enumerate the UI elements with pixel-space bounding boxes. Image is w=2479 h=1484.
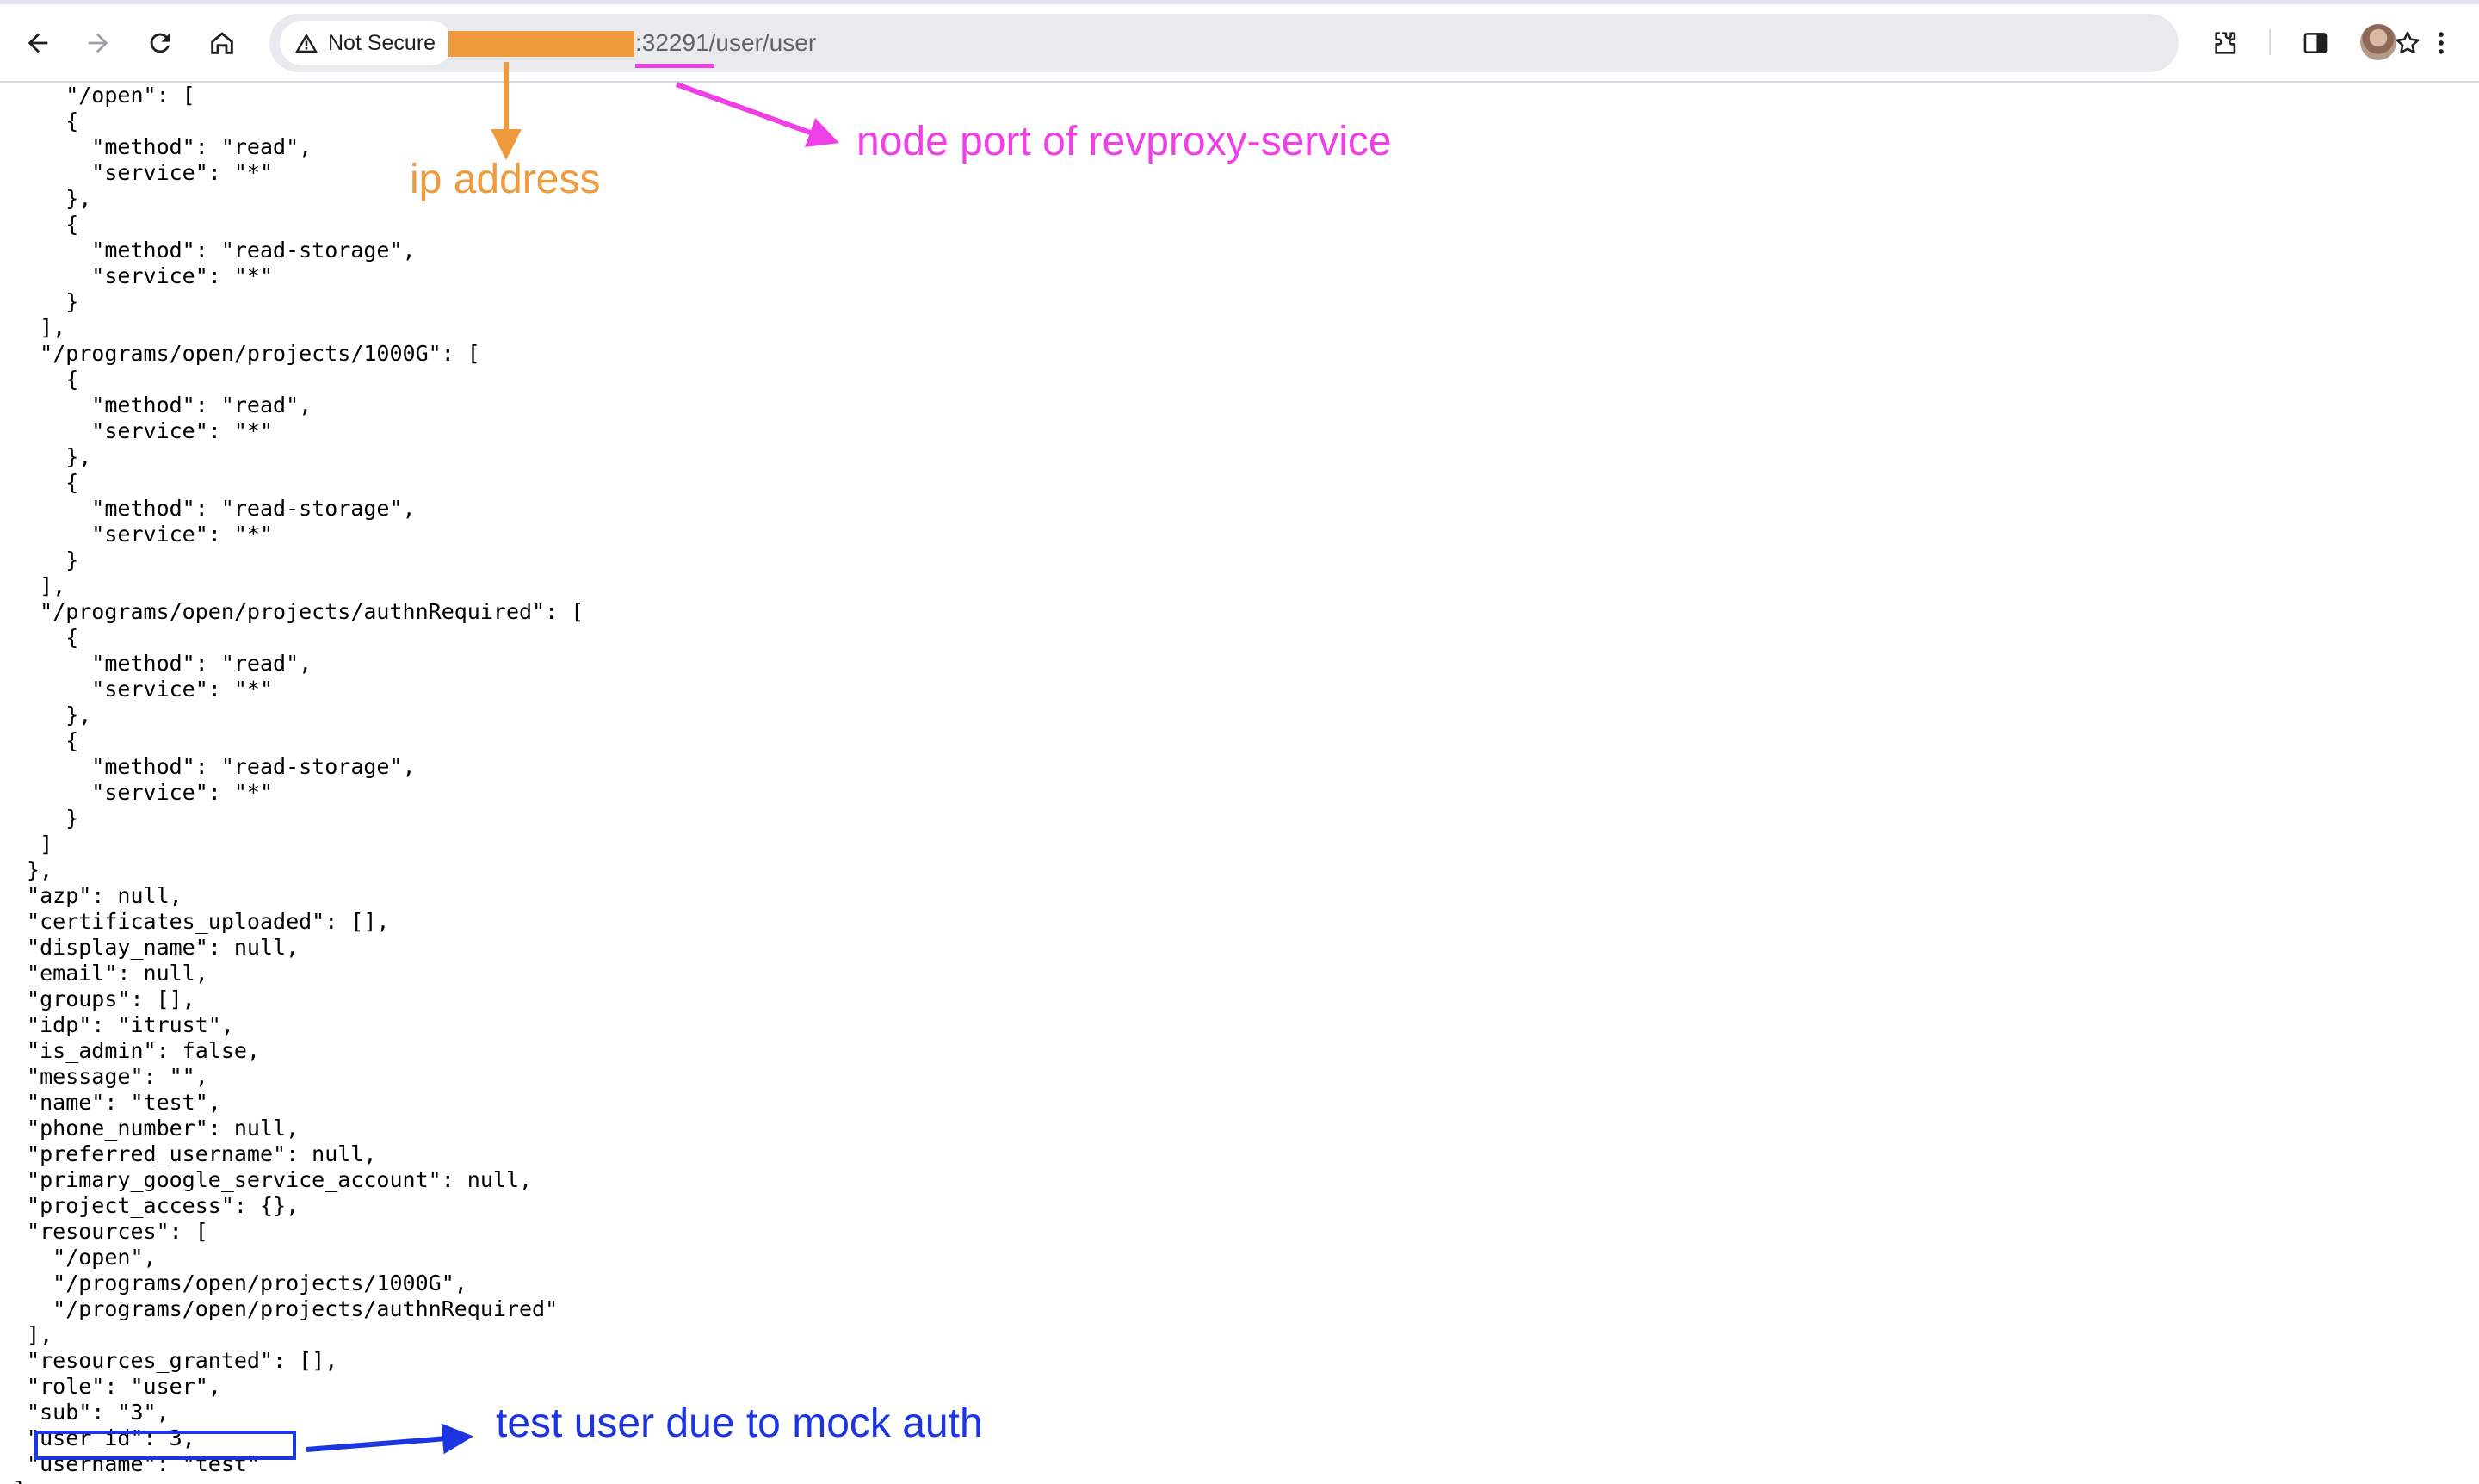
username-highlight-box [34,1431,296,1460]
home-button[interactable] [200,21,244,65]
json-line: "method": "read-storage", [14,496,416,521]
ip-address-annotation: ip address [410,157,601,202]
star-icon [2396,31,2420,54]
json-line: "role": "user", [14,1374,221,1399]
test-user-annotation: test user due to mock auth [496,1401,983,1446]
json-line: "/open": [ [14,83,195,108]
json-line: "certificates_uploaded": [], [14,909,390,934]
json-line: "/programs/open/projects/1000G": [ [14,341,480,366]
browser-toolbar: Not Secure :32291/user/user [0,0,2479,83]
json-line: "method": "read-storage", [14,754,416,779]
puzzle-icon [2215,32,2236,54]
toolbar-divider [2269,29,2271,55]
json-line: ], [14,1322,53,1347]
json-line: ], [14,315,66,340]
json-line: { [14,212,79,237]
window-top-border [0,0,2479,4]
avatar[interactable] [2360,24,2396,60]
json-line: "method": "read", [14,393,312,417]
redacted-ip-address [448,31,634,57]
json-line: "resources": [ [14,1219,208,1244]
side-panel-button[interactable] [2293,21,2338,65]
json-line: "email": null, [14,961,208,986]
json-line: }, [14,702,92,727]
json-line: }, [14,444,92,469]
json-line: "idp": "itrust", [14,1012,234,1037]
side-panel-icon [2303,33,2328,53]
json-line: { [14,625,79,650]
warning-triangle-icon [294,33,318,53]
json-line: "resources_granted": [], [14,1348,338,1373]
json-line: "azp": null, [14,883,182,908]
json-line: "service": "*" [14,418,274,443]
kebab-menu-icon [2439,32,2444,54]
json-line: "service": "*" [14,780,274,805]
address-bar[interactable]: Not Secure :32291/user/user [269,14,2420,72]
json-line: "/programs/open/projects/authnRequired":… [14,599,584,624]
json-line: "preferred_username": null, [14,1141,377,1166]
back-arrow-icon [28,33,48,53]
json-line: "/open", [14,1245,157,1270]
menu-button[interactable] [2419,21,2464,65]
json-line: "project_access": {}, [14,1193,300,1218]
json-line: } [14,806,79,831]
node-port-annotation: node port of revproxy-service [856,119,1392,164]
json-line: "service": "*" [14,677,274,702]
json-line: "message": "", [14,1064,208,1089]
json-line: } [14,289,79,314]
json-response-view: "/open": [ { "method": "read", "service"… [14,83,1305,1484]
json-line: ] [14,832,53,856]
json-line: }, [14,186,92,211]
json-line: "/programs/open/projects/1000G", [14,1271,467,1295]
security-label: Not Secure [328,30,436,55]
json-line: "phone_number": null, [14,1116,300,1141]
home-icon [211,32,233,54]
json-line: "groups": [], [14,986,195,1011]
json-line: "display_name": null, [14,935,300,960]
json-line: { [14,367,79,392]
json-line: "method": "read-storage", [14,238,416,263]
json-line: "is_admin": false, [14,1038,260,1063]
forward-arrow-icon [88,33,108,53]
json-line: "method": "read", [14,651,312,676]
json-line: "name": "test", [14,1090,221,1115]
json-line: } [14,547,79,572]
json-line: } [14,1477,1305,1484]
json-line: }, [14,857,53,882]
json-line: "service": "*" [14,522,274,547]
url-text[interactable]: :32291/user/user [635,28,816,58]
json-line: { [14,728,79,753]
forward-button[interactable] [76,21,121,65]
json-line: "/programs/open/projects/authnRequired" [14,1296,559,1321]
page: Not Secure :32291/user/user "/open": [{… [0,0,2479,1484]
json-text: "/open": [ { "method": "read", "service"… [14,83,1305,1484]
extensions-button[interactable] [2204,21,2248,65]
port-underline [635,64,714,68]
json-line: { [14,470,79,495]
back-button[interactable] [15,21,60,65]
json-line: "service": "*" [14,263,274,288]
security-indicator[interactable]: Not Secure [280,21,454,65]
json-line: ], [14,573,66,598]
json-line: "primary_google_service_account": null, [14,1167,533,1192]
reload-icon [150,33,170,53]
reload-button[interactable] [138,21,182,65]
